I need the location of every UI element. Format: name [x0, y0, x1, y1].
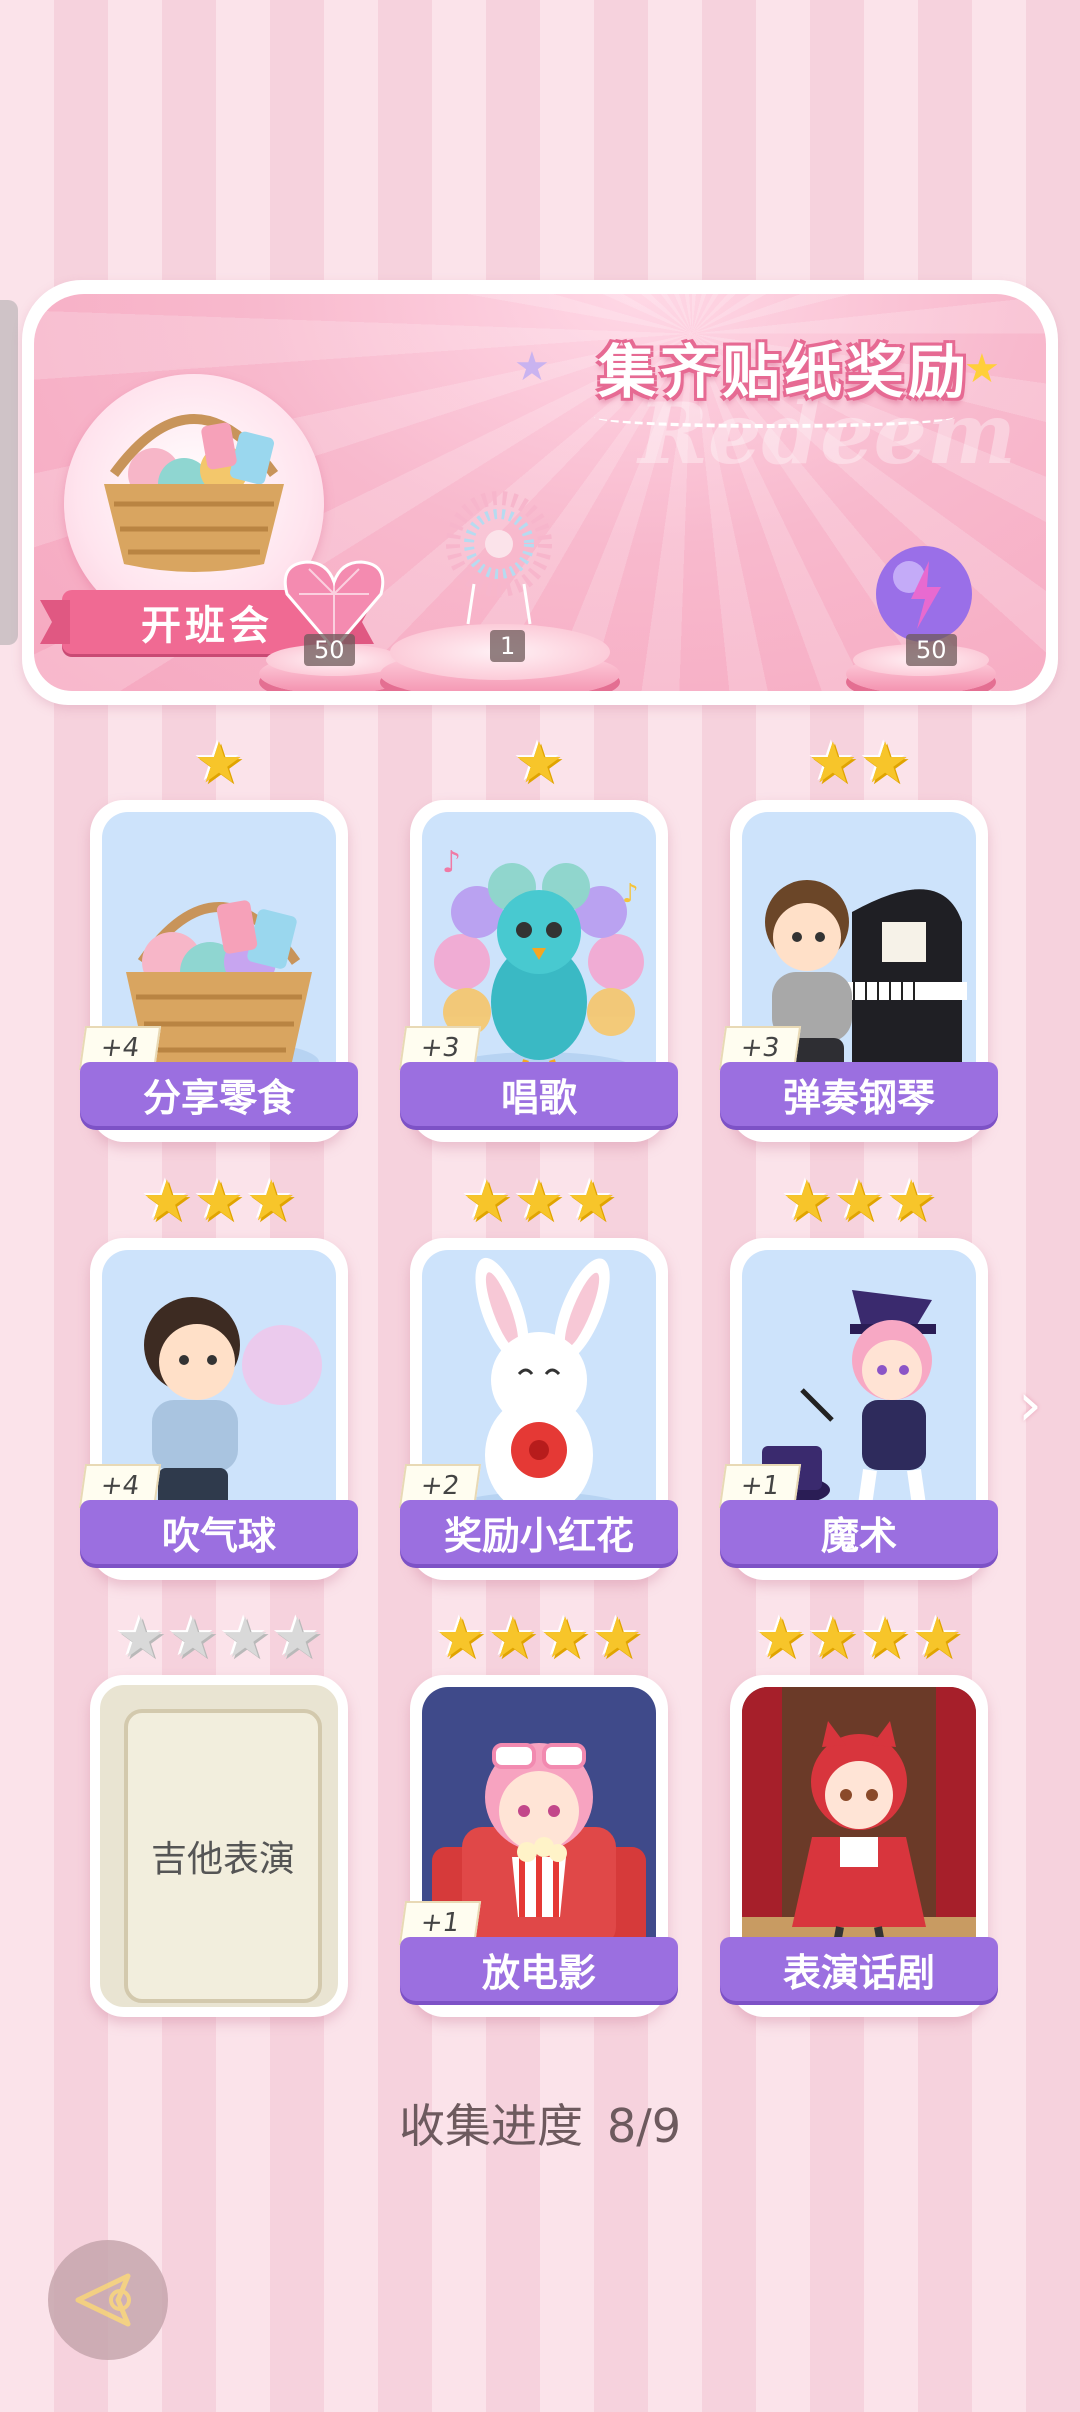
collection-progress: 收集进度 8/9 [0, 2090, 1080, 2156]
star-icon: ★ [487, 1606, 538, 1671]
star-decoration-icon: ★ [514, 344, 550, 390]
star-icon: ★ [566, 1169, 617, 1234]
svg-text:♪: ♪ [622, 879, 639, 909]
purple-energy-orb-icon [876, 546, 972, 642]
card-stars: ★ ★ ★ [410, 1174, 668, 1230]
star-icon: ★ [461, 1169, 512, 1234]
card-title: 唱歌 [400, 1062, 678, 1126]
star-empty-icon: ★ [220, 1606, 271, 1671]
reward-count: 50 [906, 634, 957, 666]
reward-count: 1 [490, 630, 526, 662]
star-icon: ★ [246, 1169, 297, 1234]
card-title: 弹奏钢琴 [720, 1062, 998, 1126]
card-stars: ★ ★ ★ ★ [90, 1611, 348, 1667]
star-icon: ★ [860, 731, 911, 796]
card-stars: ★ [410, 736, 668, 792]
star-icon: ★ [807, 731, 858, 796]
card-title: 放电影 [400, 1937, 678, 2001]
back-button[interactable] [48, 2240, 168, 2360]
card-stars: ★ ★ ★ [90, 1174, 348, 1230]
card-stars: ★ ★ ★ ★ [730, 1611, 988, 1667]
card-stars: ★ [90, 736, 348, 792]
card-title: 分享零食 [80, 1062, 358, 1126]
card-title: 奖励小红花 [400, 1500, 678, 1564]
card-title: 吹气球 [80, 1500, 358, 1564]
snack-basket-icon [104, 414, 284, 572]
card-stars: ★ ★ [730, 736, 988, 792]
event-name: 开班会 [141, 603, 273, 649]
drama-cat-girl-art [742, 1687, 976, 1977]
title-underline [594, 406, 954, 428]
star-icon: ★ [755, 1606, 806, 1671]
card-title: 吉他表演 [150, 1839, 295, 1880]
reward-banner: Redeem ★ ★ 集齐贴纸奖励 开班会 50 1 50 [22, 280, 1058, 705]
star-icon: ★ [860, 1606, 911, 1671]
star-icon: ★ [781, 1169, 832, 1234]
sticker-card-magic[interactable]: ★ ★ ★ +1 魔术 [718, 1174, 998, 1580]
card-title: 表演话剧 [720, 1937, 998, 2001]
sticker-card-drama[interactable]: ★ ★ ★ ★ 表演话剧 [720, 1611, 998, 2017]
star-icon: ★ [435, 1606, 486, 1671]
star-icon: ★ [912, 1606, 963, 1671]
sticker-card-share-snacks[interactable]: ★ +4 分享零食 [78, 736, 358, 1142]
star-icon: ★ [141, 1169, 192, 1234]
card-stars: ★ ★ ★ ★ [410, 1611, 668, 1667]
sticker-card-singing[interactable]: ★ ♪ ♪ +3 唱歌 [398, 736, 678, 1142]
star-empty-icon: ★ [115, 1606, 166, 1671]
side-drawer-handle[interactable] [0, 300, 18, 645]
progress-label: 收集进度 [398, 2099, 583, 2153]
sticker-card-guitar-locked[interactable]: ★ ★ ★ ★ 吉他表演 [90, 1611, 348, 2017]
star-empty-icon: ★ [167, 1606, 218, 1671]
star-icon: ★ [833, 1169, 885, 1234]
pearl-bracelet-icon [446, 491, 552, 625]
card-title: 魔术 [720, 1500, 998, 1564]
star-icon: ★ [592, 1606, 643, 1671]
star-empty-icon: ★ [272, 1606, 323, 1671]
star-icon: ★ [513, 1169, 565, 1234]
reward-count: 50 [304, 634, 355, 666]
progress-value: 8/9 [606, 2099, 682, 2153]
star-icon: ★ [540, 1606, 591, 1671]
svg-text:♪: ♪ [442, 845, 461, 880]
sticker-card-movie[interactable]: ★ ★ ★ ★ +1 放电影 [398, 1611, 678, 2017]
sticker-card-red-flower[interactable]: ★ ★ ★ +2 奖励小红花 [398, 1174, 678, 1580]
star-icon: ★ [193, 731, 245, 796]
star-icon: ★ [807, 1606, 858, 1671]
star-icon: ★ [886, 1169, 937, 1234]
star-icon: ★ [513, 731, 565, 796]
sticker-card-balloon[interactable]: ★ ★ ★ +4 吹气球 [78, 1174, 358, 1580]
card-stars: ★ ★ ★ [730, 1174, 988, 1230]
star-icon: ★ [193, 1169, 245, 1234]
back-arrow-icon [75, 2273, 131, 2327]
banner-title: 集齐贴纸奖励 [597, 338, 970, 406]
next-page-arrow-icon[interactable]: › [1018, 1370, 1042, 1440]
sticker-card-piano[interactable]: ★ ★ +3 弹奏钢琴 [718, 736, 998, 1142]
